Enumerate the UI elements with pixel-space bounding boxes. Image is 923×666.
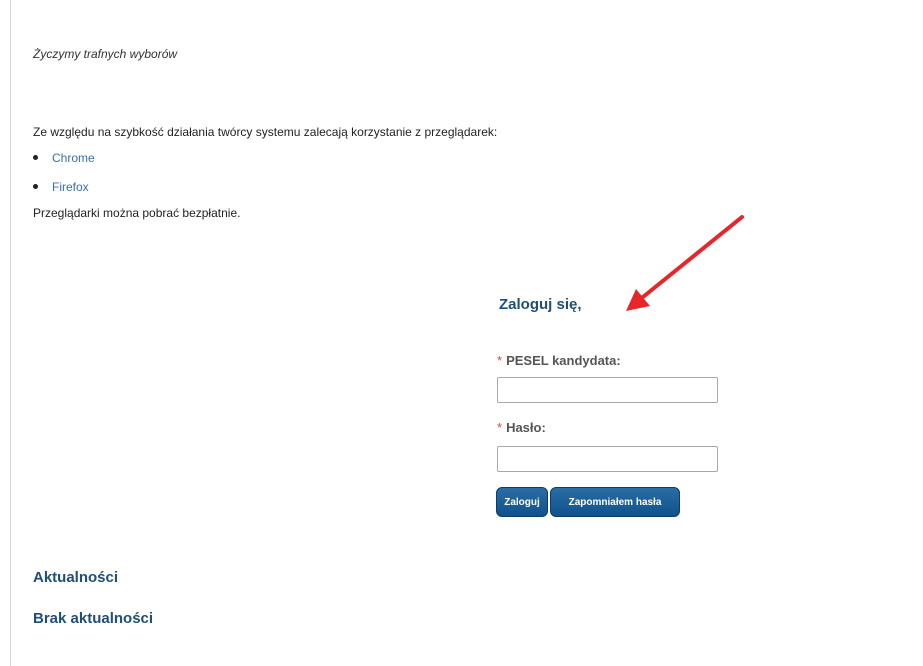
- list-item: Chrome: [33, 150, 95, 179]
- browsers-free-note: Przeglądarki można pobrać bezpłatnie.: [33, 206, 241, 220]
- login-title: Zaloguj się,: [499, 296, 582, 313]
- required-marker: *: [497, 420, 503, 435]
- password-input[interactable]: [497, 446, 718, 472]
- pesel-input[interactable]: [497, 377, 718, 403]
- news-empty-text: Brak aktualności: [33, 610, 154, 627]
- list-item: Firefox: [33, 179, 95, 208]
- browser-list: Chrome Firefox: [33, 150, 95, 208]
- greeting-text: Życzymy trafnych wyborów: [33, 47, 178, 61]
- required-marker: *: [497, 353, 503, 368]
- news-heading: Aktualności: [33, 569, 119, 586]
- browsers-intro-text: Ze względu na szybkość działania twórcy …: [33, 125, 498, 139]
- chrome-link[interactable]: Chrome: [52, 150, 95, 166]
- login-button[interactable]: Zaloguj: [496, 487, 548, 517]
- red-arrow-icon: [626, 215, 744, 311]
- forgot-password-button[interactable]: Zapomniałem hasła: [550, 487, 680, 517]
- password-label-text: Hasło:: [506, 420, 546, 435]
- firefox-link[interactable]: Firefox: [52, 179, 89, 195]
- bullet-icon: [33, 184, 38, 189]
- pesel-label-text: PESEL kandydata:: [506, 353, 621, 368]
- left-border-divider: [10, 0, 11, 666]
- bullet-icon: [33, 155, 38, 160]
- password-label: * Hasło:: [497, 420, 546, 435]
- pesel-label: * PESEL kandydata:: [497, 353, 621, 368]
